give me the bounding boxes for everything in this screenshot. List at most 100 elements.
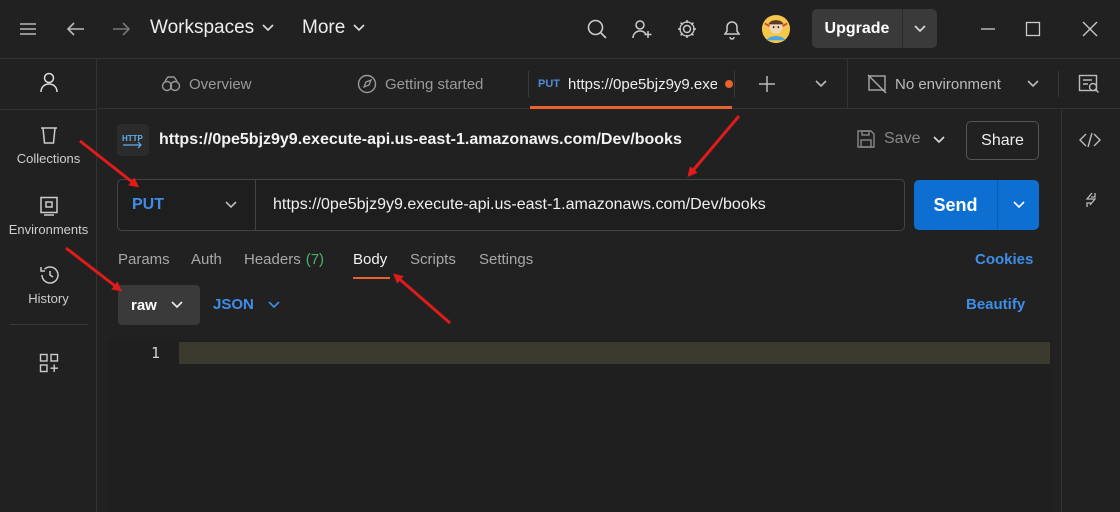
tab-headers[interactable]: Headers (7)	[244, 251, 324, 268]
save-label: Save	[884, 130, 921, 147]
tab-method-badge: PUT	[538, 78, 560, 90]
chevron-down-icon	[1012, 201, 1025, 209]
line-number: 1	[150, 344, 160, 362]
new-tab-button[interactable]	[758, 59, 776, 109]
code-snippet-icon[interactable]	[1079, 132, 1101, 148]
divider	[528, 71, 529, 97]
trash-collections-icon	[40, 127, 57, 144]
tab-headers-label: Headers	[244, 251, 301, 268]
chevron-down-icon	[262, 24, 274, 32]
body-editor[interactable]: 1	[108, 340, 1051, 512]
workspaces-menu[interactable]: Workspaces	[150, 17, 274, 39]
no-environment-icon	[867, 74, 887, 94]
tab-auth[interactable]: Auth	[191, 251, 222, 268]
title-bar: Workspaces More Upgrade	[0, 0, 1120, 59]
body-format-select[interactable]: JSON	[213, 296, 280, 313]
svg-text:HTTP: HTTP	[122, 134, 144, 143]
sidebar-item-history[interactable]: History	[0, 265, 97, 306]
divider	[847, 59, 848, 109]
save-button[interactable]: Save	[856, 129, 920, 149]
http-icon: HTTP	[117, 124, 149, 156]
chevron-down-icon	[225, 201, 237, 209]
tab-overview[interactable]: Overview	[161, 59, 252, 109]
add-widget-icon	[39, 353, 58, 373]
left-sidebar: Collections Environments History	[0, 59, 97, 512]
gear-icon[interactable]	[672, 14, 702, 44]
body-format-label: JSON	[213, 296, 254, 313]
environments-icon	[39, 196, 58, 216]
getting-started-icon	[357, 74, 377, 94]
right-rail	[1061, 110, 1120, 512]
environment-quick-look-button[interactable]	[1078, 59, 1100, 109]
menu-icon[interactable]	[13, 14, 43, 44]
expand-collapse-icon[interactable]	[1083, 192, 1099, 208]
sidebar-item-label: Collections	[16, 151, 81, 166]
send-options-dropdown[interactable]	[998, 180, 1039, 230]
upgrade-label: Upgrade	[812, 9, 903, 48]
url-input[interactable]: https://0pe5bjz9y9.execute-api.us-east-1…	[273, 180, 766, 230]
sidebar-item-label: Environments	[8, 222, 89, 237]
history-icon	[39, 266, 59, 284]
body-mode-select[interactable]: raw	[118, 285, 200, 325]
minimize-icon[interactable]	[973, 14, 1003, 44]
workspaces-label: Workspaces	[150, 17, 255, 38]
arrow-to-body-tab	[392, 273, 451, 325]
user-icon	[39, 72, 58, 93]
environment-selector[interactable]: No environment	[867, 59, 1039, 109]
divider	[0, 109, 97, 110]
upgrade-dropdown[interactable]	[903, 9, 937, 48]
upgrade-button[interactable]: Upgrade	[812, 9, 937, 48]
tabs-dropdown-button[interactable]	[815, 59, 827, 109]
invite-user-icon[interactable]	[627, 14, 657, 44]
method-label: PUT	[132, 196, 164, 213]
tab-getting-started[interactable]: Getting started	[357, 59, 483, 109]
divider	[1058, 71, 1059, 97]
divider	[734, 71, 735, 97]
chevron-down-icon	[171, 301, 183, 309]
tab-params[interactable]: Params	[118, 251, 170, 268]
maximize-icon[interactable]	[1018, 14, 1048, 44]
sidebar-item-profile[interactable]	[0, 71, 97, 93]
chevron-down-icon	[268, 300, 280, 309]
tab-bar: Overview Getting started PUT https://0pe…	[98, 59, 1120, 109]
share-button[interactable]: Share	[966, 121, 1039, 160]
beautify-link[interactable]: Beautify	[966, 296, 1025, 313]
request-title-row: HTTP https://0pe5bjz9y9.execute-api.us-e…	[117, 124, 682, 156]
tab-settings[interactable]: Settings	[479, 251, 533, 268]
more-label: More	[302, 17, 346, 38]
tab-label: Getting started	[385, 75, 484, 93]
body-tab-underline	[353, 277, 390, 279]
tab-label: https://0pe5bjz9y9.exec	[568, 75, 717, 93]
tab-scripts[interactable]: Scripts	[410, 251, 456, 268]
chevron-down-icon	[933, 136, 945, 144]
tab-body[interactable]: Body	[353, 251, 387, 268]
search-icon[interactable]	[582, 14, 612, 44]
unsaved-dot-icon	[725, 80, 733, 88]
current-line-highlight	[179, 342, 1050, 364]
sidebar-item-collections[interactable]: Collections	[0, 125, 97, 166]
avatar[interactable]	[761, 14, 791, 44]
body-mode-label: raw	[131, 296, 157, 314]
headers-count-badge: (7)	[305, 251, 325, 268]
send-button[interactable]: Send	[914, 180, 1039, 230]
cookies-link[interactable]: Cookies	[975, 251, 1033, 268]
arrow-to-url	[687, 115, 741, 178]
bell-icon[interactable]	[717, 14, 747, 44]
forward-arrow-icon[interactable]	[106, 14, 136, 44]
overview-icon	[161, 76, 181, 92]
save-options-dropdown[interactable]	[933, 136, 945, 144]
request-title[interactable]: https://0pe5bjz9y9.execute-api.us-east-1…	[159, 131, 682, 149]
back-arrow-icon[interactable]	[61, 14, 91, 44]
more-menu[interactable]: More	[302, 17, 365, 39]
sidebar-item-configure[interactable]	[0, 353, 97, 373]
save-icon	[857, 130, 875, 148]
chevron-down-icon	[1027, 80, 1039, 88]
sidebar-item-environments[interactable]: Environments	[0, 196, 97, 237]
request-url-bar: PUT https://0pe5bjz9y9.execute-api.us-ea…	[117, 179, 905, 231]
plus-icon	[759, 76, 775, 92]
divider	[10, 324, 88, 325]
method-select[interactable]: PUT	[118, 180, 256, 230]
url-value: https://0pe5bjz9y9.execute-api.us-east-1…	[273, 196, 766, 213]
close-icon[interactable]	[1075, 14, 1105, 44]
tab-active-request[interactable]: PUT https://0pe5bjz9y9.exec	[538, 59, 733, 109]
